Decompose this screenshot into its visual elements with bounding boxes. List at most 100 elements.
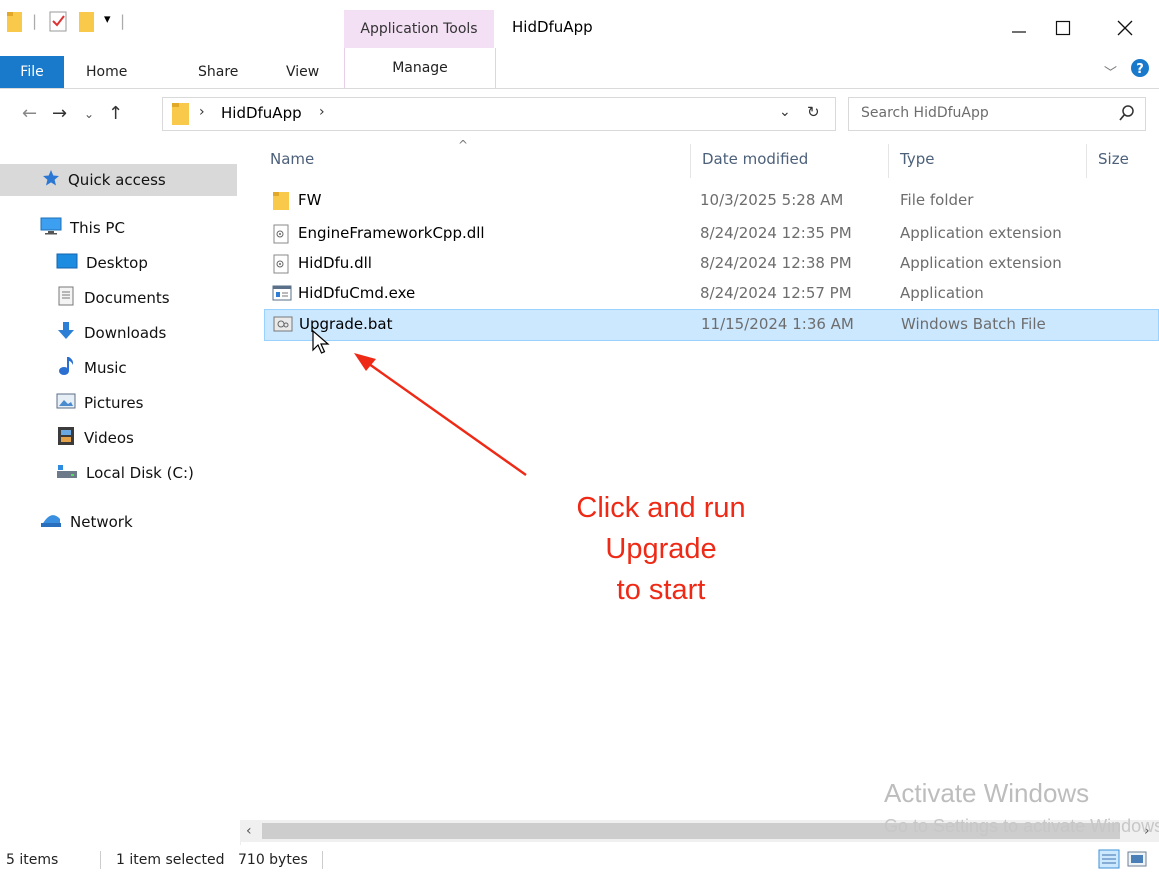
refresh-icon[interactable]: ↻ bbox=[807, 103, 820, 121]
file-type: Application extension bbox=[900, 254, 1062, 272]
nav-label: Music bbox=[84, 359, 127, 377]
expand-ribbon-icon[interactable]: ﹀ bbox=[1104, 62, 1117, 81]
large-icons-view-icon[interactable] bbox=[1126, 849, 1148, 873]
file-row-engineframeworkcpp-dll[interactable]: EngineFrameworkCpp.dll 8/24/2024 12:35 P… bbox=[264, 218, 1159, 250]
star-icon bbox=[42, 169, 60, 191]
status-divider bbox=[322, 851, 323, 869]
nav-label: Documents bbox=[84, 289, 170, 307]
address-dropdown-icon[interactable]: ⌄ bbox=[779, 104, 791, 120]
file-date: 8/24/2024 12:35 PM bbox=[700, 224, 852, 242]
window-title: HidDfuApp bbox=[512, 18, 593, 36]
search-placeholder: Search HidDfuApp bbox=[861, 105, 989, 121]
details-view-icon[interactable] bbox=[1098, 849, 1120, 873]
annotation-line-1: Click and run bbox=[576, 492, 746, 524]
address-bar[interactable]: › HidDfuApp › ⌄ ↻ bbox=[162, 97, 836, 131]
tab-view[interactable]: View bbox=[286, 64, 319, 80]
pictures-icon bbox=[56, 392, 76, 414]
status-selection: 1 item selected bbox=[116, 852, 225, 868]
file-name: EngineFrameworkCpp.dll bbox=[298, 224, 485, 242]
file-row-upgrade-bat[interactable]: Upgrade.bat 11/15/2024 1:36 AM Windows B… bbox=[264, 309, 1159, 341]
nav-item-videos[interactable]: Videos bbox=[0, 422, 240, 454]
application-tools-tab-group: Application Tools bbox=[344, 10, 494, 48]
nav-item-pictures[interactable]: Pictures bbox=[0, 387, 240, 419]
folder-icon[interactable] bbox=[6, 10, 24, 38]
back-arrow-icon[interactable]: ← bbox=[22, 103, 37, 124]
file-date: 10/3/2025 5:28 AM bbox=[700, 191, 844, 209]
file-name: HidDfuCmd.exe bbox=[298, 284, 416, 302]
activate-windows-subtitle: Go to Settings to activate Windows. bbox=[884, 816, 1159, 836]
nav-label: Quick access bbox=[68, 171, 166, 189]
close-button[interactable] bbox=[1102, 8, 1148, 48]
nav-label: Downloads bbox=[84, 324, 167, 342]
file-type: Application bbox=[900, 284, 984, 302]
svg-text:?: ? bbox=[1136, 62, 1144, 77]
download-arrow-icon bbox=[56, 321, 76, 345]
nav-label: Videos bbox=[84, 429, 134, 447]
status-divider bbox=[100, 851, 101, 869]
nav-label: This PC bbox=[70, 219, 125, 237]
breadcrumb-separator-icon: › bbox=[199, 104, 205, 120]
exe-file-icon bbox=[272, 284, 292, 306]
column-header-size[interactable]: Size bbox=[1098, 150, 1129, 168]
nav-label: Desktop bbox=[86, 254, 148, 272]
file-row-hiddfucmd-exe[interactable]: HidDfuCmd.exe 8/24/2024 12:57 PM Applica… bbox=[264, 278, 1159, 310]
customize-toolbar-icon[interactable]: ▾ bbox=[104, 12, 111, 27]
new-folder-icon[interactable] bbox=[78, 10, 96, 38]
scroll-left-icon[interactable]: ‹ bbox=[246, 823, 252, 839]
file-type: Application extension bbox=[900, 224, 1062, 242]
up-arrow-icon[interactable]: ↑ bbox=[108, 103, 123, 124]
column-divider[interactable] bbox=[888, 144, 889, 178]
activate-windows-title: Activate Windows bbox=[884, 778, 1090, 808]
title-bar: | ▾ | Application Tools HidDfuApp bbox=[0, 0, 1159, 48]
dll-file-icon bbox=[272, 254, 290, 278]
bat-file-icon bbox=[273, 315, 293, 337]
help-icon[interactable]: ? bbox=[1130, 58, 1150, 82]
documents-icon bbox=[56, 286, 76, 310]
annotation-line-2: Upgrade bbox=[605, 533, 717, 565]
minimize-button[interactable] bbox=[996, 8, 1042, 48]
nav-item-quick-access[interactable]: Quick access bbox=[0, 164, 237, 196]
file-date: 8/24/2024 12:38 PM bbox=[700, 254, 852, 272]
folder-icon bbox=[171, 102, 191, 130]
navigation-pane: Quick access This PC Desktop Documents D… bbox=[0, 140, 241, 845]
status-size: 710 bytes bbox=[238, 852, 308, 868]
videos-icon bbox=[56, 426, 76, 450]
tab-home[interactable]: Home bbox=[86, 64, 127, 80]
column-header-name[interactable]: Name bbox=[270, 150, 314, 168]
column-divider[interactable] bbox=[690, 144, 691, 178]
breadcrumb-chevron-icon[interactable]: › bbox=[319, 104, 325, 120]
nav-item-desktop[interactable]: Desktop bbox=[0, 247, 240, 279]
file-row-hiddfu-dll[interactable]: HidDfu.dll 8/24/2024 12:38 PM Applicatio… bbox=[264, 248, 1159, 280]
nav-item-this-pc[interactable]: This PC bbox=[0, 212, 240, 244]
column-divider[interactable] bbox=[1086, 144, 1087, 178]
forward-arrow-icon[interactable]: → bbox=[52, 103, 67, 124]
maximize-button[interactable] bbox=[1040, 8, 1086, 48]
desktop-icon bbox=[56, 252, 78, 274]
nav-item-network[interactable]: Network bbox=[0, 506, 240, 538]
breadcrumb-hiddfuapp[interactable]: HidDfuApp bbox=[221, 104, 302, 122]
search-icon[interactable] bbox=[1119, 104, 1135, 126]
separator: | bbox=[32, 12, 38, 30]
file-type: Windows Batch File bbox=[901, 315, 1046, 333]
annotation-text: Click and run Upgrade to start bbox=[530, 488, 792, 611]
search-input[interactable]: Search HidDfuApp bbox=[848, 97, 1146, 131]
nav-item-local-disk[interactable]: Local Disk (C:) bbox=[0, 457, 240, 489]
nav-item-documents[interactable]: Documents bbox=[0, 282, 240, 314]
separator: | bbox=[120, 12, 126, 30]
tab-file[interactable]: File bbox=[0, 56, 64, 88]
ribbon-tab-bar: File Home Share View Manage ﹀ ? bbox=[0, 48, 1159, 89]
column-header-date-modified[interactable]: Date modified bbox=[702, 150, 808, 168]
nav-label: Network bbox=[70, 513, 133, 531]
file-name: HidDfu.dll bbox=[298, 254, 372, 272]
nav-item-downloads[interactable]: Downloads bbox=[0, 317, 240, 349]
tab-share[interactable]: Share bbox=[198, 64, 238, 80]
tab-manage[interactable]: Manage bbox=[344, 48, 496, 88]
file-date: 8/24/2024 12:57 PM bbox=[700, 284, 852, 302]
file-row-fw[interactable]: FW 10/3/2025 5:28 AM File folder bbox=[264, 185, 1159, 217]
column-header-type[interactable]: Type bbox=[900, 150, 934, 168]
nav-item-music[interactable]: Music bbox=[0, 352, 240, 384]
recent-locations-chevron-icon[interactable]: ⌄ bbox=[84, 107, 94, 121]
status-bar: 5 items 1 item selected 710 bytes bbox=[0, 845, 1159, 873]
nav-label: Pictures bbox=[84, 394, 144, 412]
properties-icon[interactable] bbox=[48, 10, 70, 38]
